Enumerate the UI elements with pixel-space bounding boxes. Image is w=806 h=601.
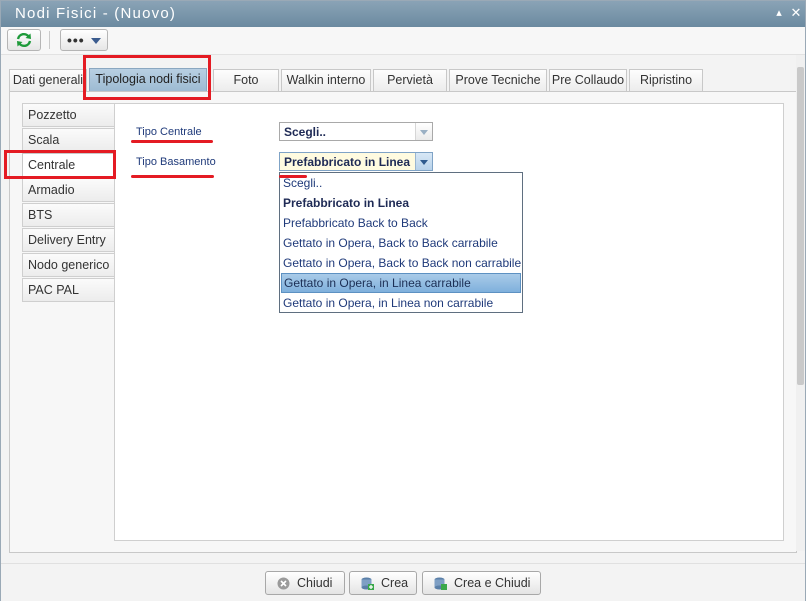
tab-pervieta[interactable]: Pervietà: [373, 69, 447, 91]
tab-foto[interactable]: Foto: [213, 69, 279, 91]
dropdown-option[interactable]: Scegli..: [281, 173, 521, 193]
tipo-centrale-select[interactable]: Scegli..: [279, 122, 433, 141]
tab-tipologia-nodi-fisici[interactable]: Tipologia nodi fisici: [89, 68, 207, 92]
dialog-window: Nodi Fisici - (Nuovo) ▴ ✕ ••• Dati gener…: [0, 0, 806, 601]
tab-ripristino[interactable]: Ripristino: [629, 69, 703, 91]
side-item-centrale[interactable]: Centrale: [22, 153, 114, 177]
toolbar: •••: [1, 27, 805, 55]
database-save-icon: [434, 577, 447, 590]
tab-pre-collaudo[interactable]: Pre Collaudo: [549, 69, 627, 91]
close-button[interactable]: Chiudi: [265, 571, 345, 595]
scroll-thumb[interactable]: [797, 67, 804, 385]
collapse-icon[interactable]: ▴: [772, 6, 786, 20]
annotation-underline-basamento: [131, 175, 214, 178]
dropdown-option[interactable]: Gettato in Opera, Back to Back non carra…: [281, 253, 521, 273]
side-item-pac-pal[interactable]: PAC PAL: [22, 278, 114, 302]
refresh-button[interactable]: [7, 29, 41, 51]
toolbar-separator: [49, 31, 50, 49]
tipo-centrale-label: Tipo Centrale: [136, 126, 202, 138]
dropdown-option[interactable]: Gettato in Opera, Back to Back carrabile: [281, 233, 521, 253]
annotation-underline-centrale: [131, 140, 213, 143]
tipo-basamento-dropdown: Scegli.. Prefabbricato in Linea Prefabbr…: [279, 172, 523, 313]
content-panel: [114, 103, 784, 541]
annotation-underline-value: [279, 175, 307, 178]
create-button[interactable]: Crea: [349, 571, 417, 595]
side-item-scala[interactable]: Scala: [22, 128, 114, 152]
refresh-icon: [16, 32, 32, 48]
create-and-close-button[interactable]: Crea e Chiudi: [422, 571, 541, 595]
title-bar[interactable]: Nodi Fisici - (Nuovo) ▴ ✕: [1, 1, 805, 27]
tipo-basamento-value: Prefabbricato in Linea: [284, 155, 411, 169]
tab-prove-tecniche[interactable]: Prove Tecniche: [449, 69, 547, 91]
more-actions-button[interactable]: •••: [60, 29, 108, 51]
chevron-down-icon[interactable]: [415, 123, 432, 140]
side-item-pozzetto[interactable]: Pozzetto: [22, 103, 114, 127]
chevron-down-icon: [91, 38, 101, 44]
side-item-nodo-generico[interactable]: Nodo generico: [22, 253, 114, 277]
create-and-close-button-label: Crea e Chiudi: [454, 576, 531, 590]
tipo-basamento-select[interactable]: Prefabbricato in Linea: [279, 152, 433, 171]
side-item-armadio[interactable]: Armadio: [22, 178, 114, 202]
scrollbar[interactable]: [796, 55, 805, 551]
close-icon[interactable]: ✕: [789, 6, 803, 20]
chevron-down-icon[interactable]: [415, 153, 432, 170]
footer: Chiudi Crea Crea e Chiudi: [1, 563, 805, 601]
window-title: Nodi Fisici - (Nuovo): [15, 5, 177, 22]
close-button-label: Chiudi: [297, 576, 333, 590]
tipo-centrale-value: Scegli..: [284, 125, 327, 139]
side-item-bts[interactable]: BTS: [22, 203, 114, 227]
dropdown-option-hover[interactable]: Gettato in Opera, in Linea carrabile: [281, 273, 521, 293]
create-button-label: Crea: [381, 576, 409, 590]
side-item-delivery-entry[interactable]: Delivery Entry: [22, 228, 114, 252]
tipo-basamento-label: Tipo Basamento: [136, 156, 216, 168]
tab-dati-generali[interactable]: Dati generali: [9, 69, 87, 91]
tab-strip: Dati generali Tipologia nodi fisici Foto…: [9, 68, 797, 92]
database-add-icon: [361, 577, 374, 590]
cancel-circle-icon: [277, 577, 290, 590]
more-dots-icon: •••: [67, 32, 85, 48]
dropdown-option[interactable]: Prefabbricato Back to Back: [281, 213, 521, 233]
dropdown-option[interactable]: Gettato in Opera, in Linea non carrabile: [281, 293, 521, 313]
tab-walkin-interno[interactable]: Walkin interno: [281, 69, 371, 91]
dropdown-option-selected[interactable]: Prefabbricato in Linea: [281, 193, 521, 213]
